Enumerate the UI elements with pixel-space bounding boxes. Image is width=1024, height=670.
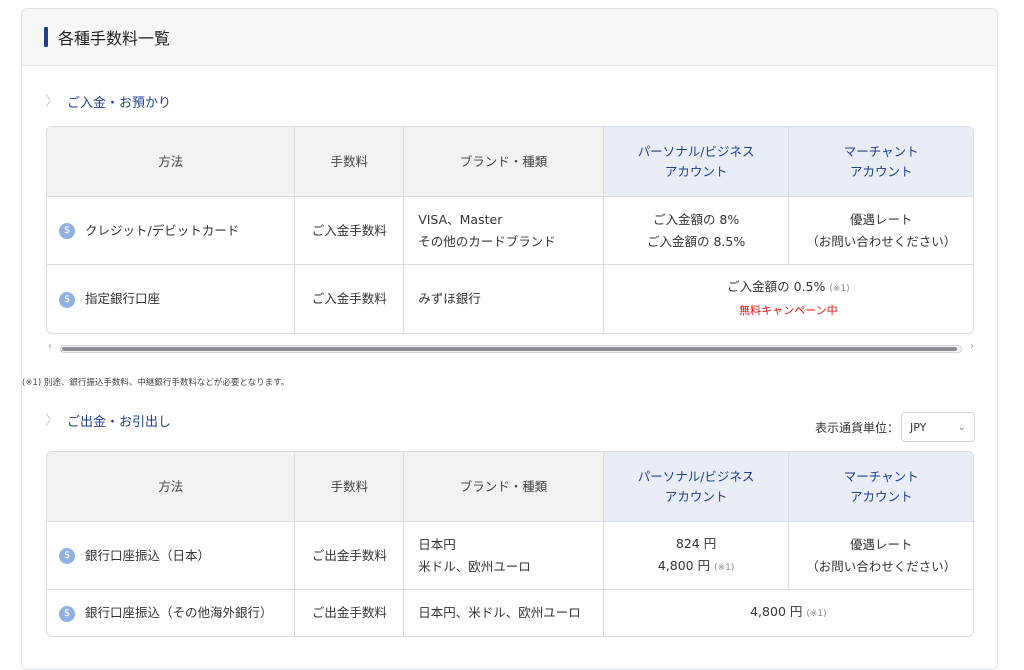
currency-value: JPY	[910, 420, 927, 434]
header-merchant: マーチャント アカウント	[789, 452, 973, 522]
combined-fee: ご入金額の 0.5%	[727, 279, 826, 294]
panel-header: 各種手数料一覧	[22, 9, 997, 66]
fee-cell: ご出金手数料	[295, 522, 405, 590]
scroll-thumb[interactable]	[62, 347, 957, 351]
personal-line: 4,800 円	[657, 557, 711, 573]
chevron-right-icon: 〉	[45, 413, 59, 429]
deposit-section-heading: 〉 ご入金・お預かり	[45, 91, 171, 111]
brand-cell: 日本円、米ドル、欧州ユーロ	[404, 590, 604, 636]
note-ref: (※1)	[714, 562, 735, 573]
note-ref: (※1)	[806, 609, 827, 619]
table-row: $ クレジット/デビットカード ご入金手数料 VISA、Master その他のカー…	[47, 197, 973, 265]
table-row: $ 銀行口座振込（日本） ご出金手数料 日本円 米ドル、欧州ユーロ 824 円 4…	[47, 522, 973, 590]
table-row: $ 指定銀行口座 ご入金手数料 みずほ銀行 ご入金額の 0.5% (※1) 無料キ…	[47, 265, 973, 333]
method-cell: $ クレジット/デビットカード	[47, 197, 296, 265]
personal-cell: ご入金額の 8% ご入金額の 8.5%	[603, 197, 790, 265]
brand-line: VISA、Master	[418, 211, 503, 227]
note-ref: (※1)	[829, 284, 850, 294]
merchant-line: （お問い合わせください）	[806, 558, 957, 574]
withdraw-section-title: ご出金・お引出し	[67, 414, 172, 430]
header-brand: ブランド・種類	[404, 452, 604, 522]
header-method: 方法	[47, 452, 296, 522]
header-personal: パーソナル/ビジネス アカウント	[603, 452, 790, 522]
table-header-row: 方法 手数料 ブランド・種類 パーソナル/ビジネス アカウント マーチャント ア…	[47, 127, 973, 197]
currency-selector: 表示通貨単位： JPY ⌄	[815, 412, 975, 442]
brand-line: 日本円	[418, 536, 456, 552]
brand-line: 米ドル、欧州ユーロ	[418, 558, 531, 574]
scroll-left-icon[interactable]: ‹	[48, 341, 52, 352]
fee-panel: 各種手数料一覧 〉 ご入金・お預かり 方法 手数料 ブランド・種類 パーソナル/…	[21, 8, 998, 670]
personal-line: ご入金額の 8.5%	[646, 233, 746, 249]
scroll-right-icon[interactable]: ›	[970, 341, 974, 352]
merchant-line: 優遇レート	[849, 211, 913, 227]
brand-cell: VISA、Master その他のカードブランド	[404, 197, 604, 265]
method-cell: $ 指定銀行口座	[47, 265, 296, 333]
personal-line: ご入金額の 8%	[652, 211, 740, 227]
method-label: 指定銀行口座	[85, 291, 161, 306]
header-personal: パーソナル/ビジネス アカウント	[603, 127, 790, 197]
chevron-down-icon: ⌄	[957, 421, 966, 433]
combined-fee-cell: ご入金額の 0.5% (※1) 無料キャンペーン中	[604, 265, 973, 333]
campaign-label: 無料キャンペーン中	[739, 304, 838, 317]
header-method: 方法	[47, 127, 296, 197]
method-label: クレジット/デビットカード	[85, 222, 240, 238]
brand-line: その他のカードブランド	[418, 233, 556, 249]
method-label: 銀行口座振込（日本）	[85, 547, 211, 563]
method-cell: $ 銀行口座振込（日本）	[47, 522, 296, 590]
merchant-cell: 優遇レート （お問い合わせください）	[789, 522, 973, 590]
merchant-line: （お問い合わせください）	[806, 233, 957, 249]
header-fee: 手数料	[295, 452, 405, 522]
method-cell: $ 銀行口座振込（その他海外銀行）	[47, 590, 296, 636]
personal-line: 824 円	[675, 535, 717, 551]
deposit-fee-table: 方法 手数料 ブランド・種類 パーソナル/ビジネス アカウント マーチャント ア…	[46, 126, 974, 334]
header-fee: 手数料	[295, 127, 405, 197]
fee-cell: ご出金手数料	[295, 590, 405, 636]
currency-select[interactable]: JPY ⌄	[901, 412, 975, 442]
merchant-cell: 優遇レート （お問い合わせください）	[789, 197, 973, 265]
fee-cell: ご入金手数料	[295, 265, 405, 333]
combined-fee-cell: 4,800 円 (※1)	[604, 590, 973, 636]
footnote: (※1) 別途、銀行振込手数料、中継銀行手数料などが必要となります。	[22, 378, 290, 388]
withdraw-section-heading: 〉 ご出金・お引出し	[45, 410, 171, 430]
brand-cell: 日本円 米ドル、欧州ユーロ	[404, 522, 604, 590]
combined-fee: 4,800 円	[750, 604, 803, 619]
personal-cell: 824 円 4,800 円 (※1)	[603, 522, 790, 590]
scroll-track[interactable]	[60, 345, 962, 353]
panel-title: 各種手数料一覧	[58, 29, 171, 48]
chevron-right-icon: 〉	[45, 94, 59, 110]
currency-label: 表示通貨単位：	[814, 420, 899, 435]
dollar-circle-icon: $	[59, 223, 75, 239]
title-accent-bar	[44, 27, 48, 47]
header-merchant: マーチャント アカウント	[789, 127, 973, 197]
header-brand: ブランド・種類	[404, 127, 604, 197]
dollar-circle-icon: $	[59, 548, 75, 564]
withdraw-fee-table: 方法 手数料 ブランド・種類 パーソナル/ビジネス アカウント マーチャント ア…	[46, 451, 974, 637]
dollar-circle-icon: $	[59, 291, 75, 308]
dollar-circle-icon: $	[59, 605, 75, 622]
brand-cell: みずほ銀行	[404, 265, 604, 333]
horizontal-scrollbar[interactable]: ‹ ›	[46, 341, 976, 355]
table-header-row: 方法 手数料 ブランド・種類 パーソナル/ビジネス アカウント マーチャント ア…	[47, 452, 973, 522]
fee-cell: ご入金手数料	[295, 197, 405, 265]
deposit-section-title: ご入金・お預かり	[67, 95, 172, 111]
table-row: $ 銀行口座振込（その他海外銀行） ご出金手数料 日本円、米ドル、欧州ユーロ 4,…	[47, 590, 973, 636]
merchant-line: 優遇レート	[849, 536, 913, 552]
method-label: 銀行口座振込（その他海外銀行）	[85, 605, 273, 620]
